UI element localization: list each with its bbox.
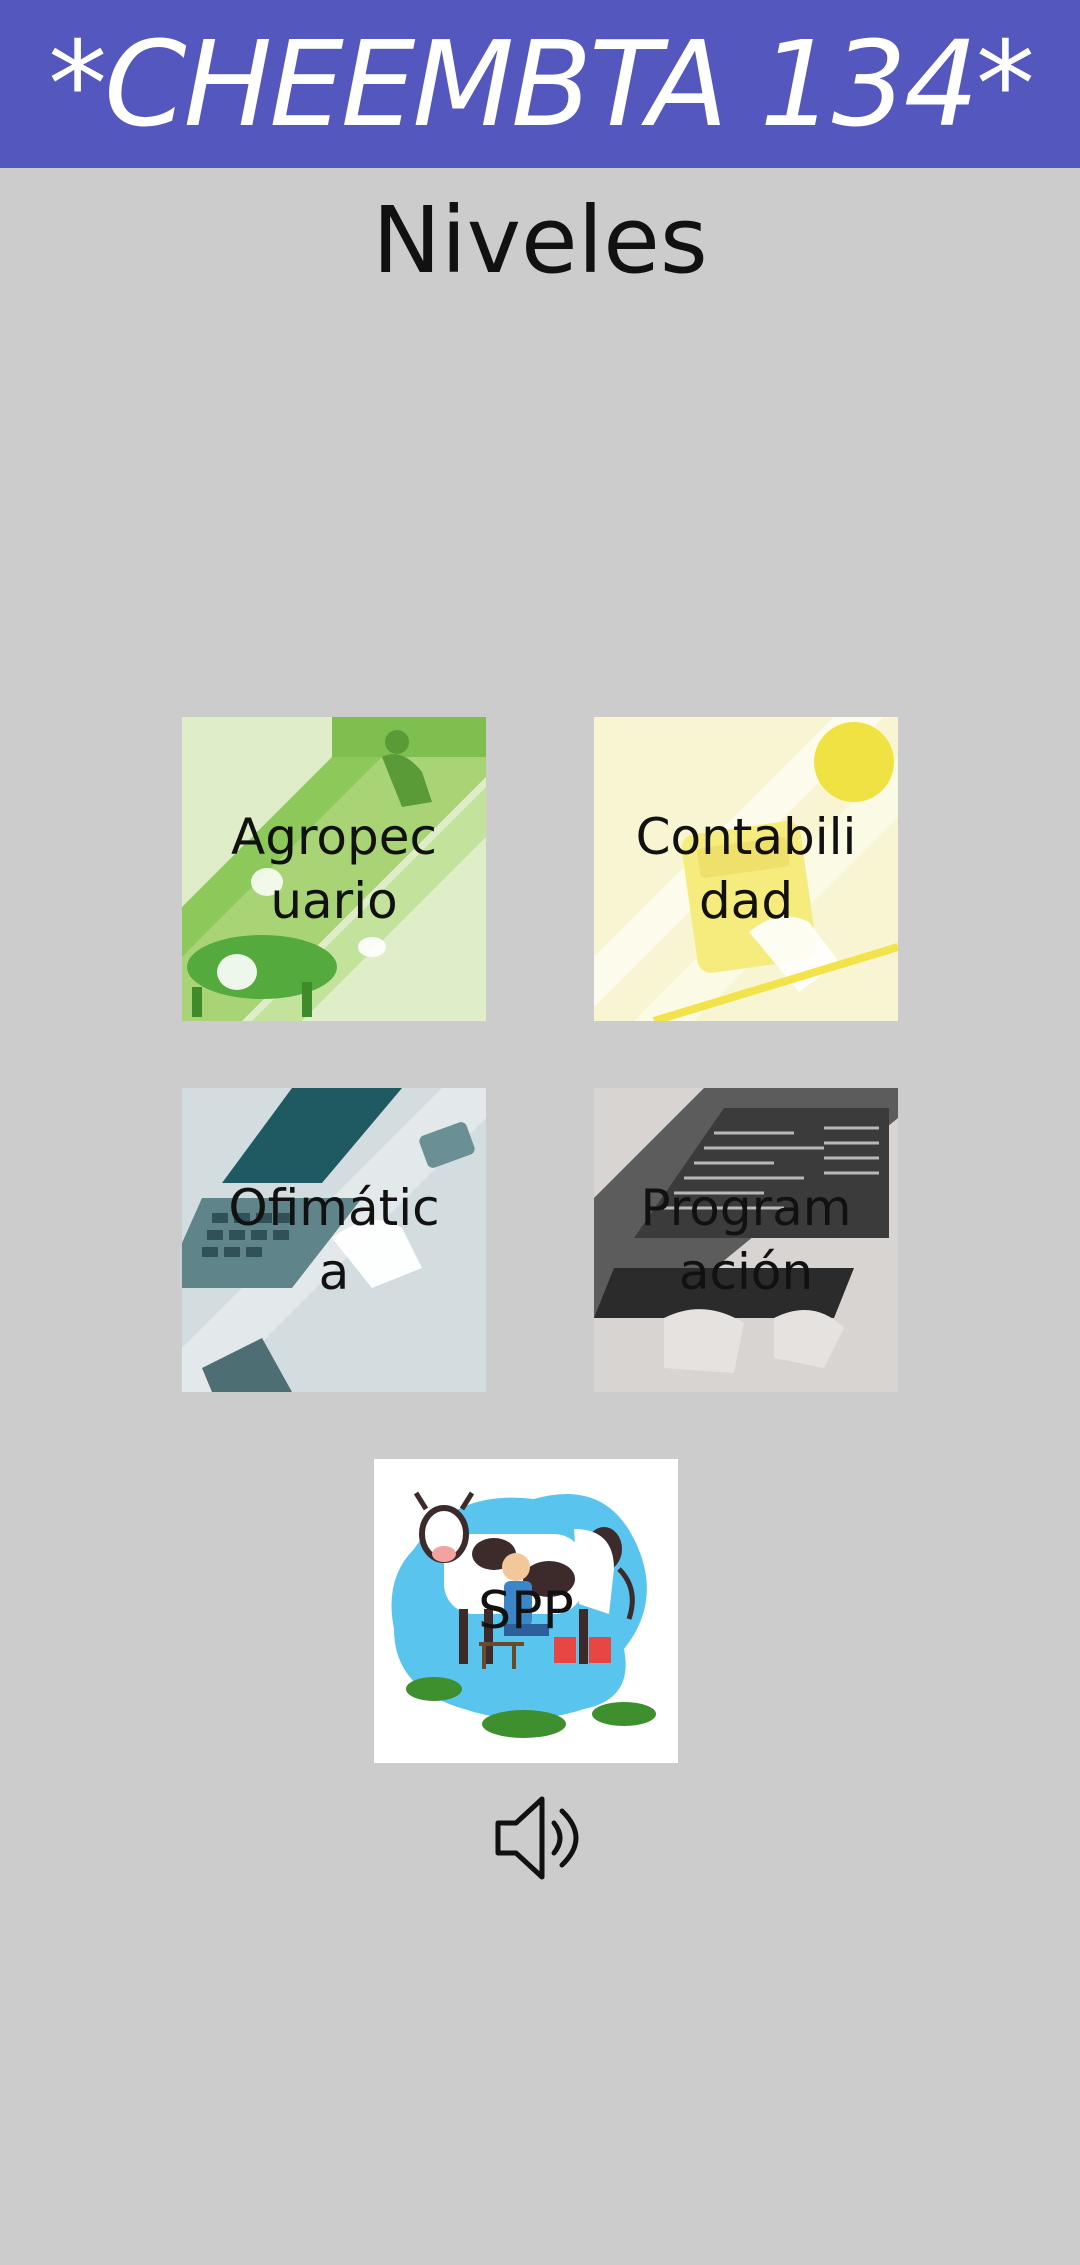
page-title: Niveles: [372, 187, 708, 294]
level-label: SPP: [478, 1581, 574, 1641]
level-tile-agropecuario[interactable]: Agropec uario: [182, 717, 486, 1021]
level-tile-ofimatica[interactable]: Ofimátic a: [182, 1088, 486, 1392]
level-label: Program ación: [640, 1179, 852, 1301]
speaker-icon: [495, 1796, 579, 1880]
app-header: *CHEEMBTA 134*: [0, 0, 1080, 168]
level-label: Contabili dad: [635, 808, 857, 930]
level-label: Agropec uario: [231, 808, 437, 930]
level-label: Ofimátic a: [228, 1179, 440, 1301]
level-tile-programacion[interactable]: Program ación: [594, 1088, 898, 1392]
app-title: *CHEEMBTA 134*: [48, 15, 1035, 153]
sound-button[interactable]: [490, 1793, 586, 1883]
level-tile-contabilidad[interactable]: Contabili dad: [594, 717, 898, 1021]
level-tile-spp[interactable]: SPP: [374, 1459, 678, 1763]
